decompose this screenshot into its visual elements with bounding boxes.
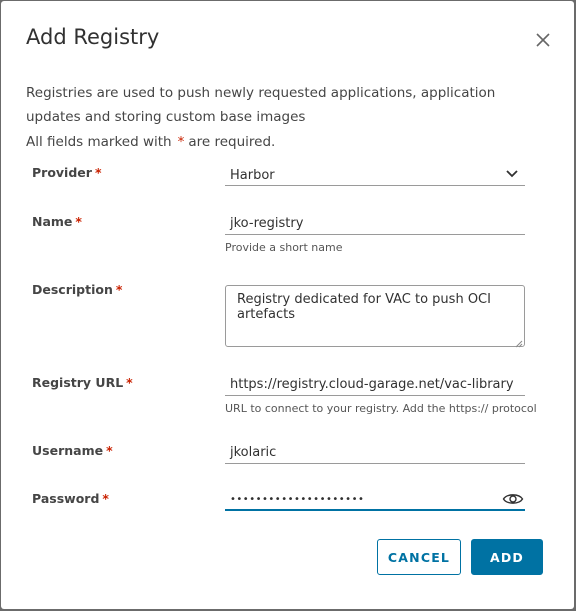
dialog-title: Add Registry	[26, 25, 160, 49]
password-label-text: Password	[32, 491, 100, 506]
registry-url-input[interactable]: https://registry.cloud-garage.net/vac-li…	[225, 374, 525, 396]
provider-select[interactable]: Harbor	[225, 164, 525, 186]
registry-url-value: https://registry.cloud-garage.net/vac-li…	[230, 377, 514, 392]
username-input[interactable]: jkolaric	[225, 442, 525, 464]
required-star: *	[177, 134, 185, 150]
required-star: *	[106, 443, 113, 458]
name-label: Name *	[32, 214, 82, 229]
resize-grip-icon[interactable]	[515, 337, 523, 348]
registry-url-helper: URL to connect to your registry. Add the…	[225, 402, 537, 415]
required-star: *	[94, 165, 102, 180]
required-note-prefix: All fields marked with	[26, 134, 172, 150]
description-value: Registry dedicated for VAC to push OCI a…	[237, 292, 491, 322]
required-star: *	[126, 375, 133, 390]
name-helper: Provide a short name	[225, 241, 343, 254]
name-label-text: Name	[32, 214, 73, 229]
required-star: *	[115, 282, 123, 297]
password-input[interactable]: •••••••••••••••••••••	[225, 489, 525, 511]
description-label-text: Description	[32, 282, 113, 297]
description-label: Description *	[32, 282, 122, 297]
provider-value: Harbor	[230, 168, 275, 183]
name-value: jko-registry	[230, 216, 304, 231]
provider-label-text: Provider	[32, 165, 92, 180]
required-note-suffix: are required.	[188, 134, 276, 150]
cancel-button[interactable]: CANCEL	[377, 539, 461, 575]
dialog-description: Registries are used to push newly reques…	[26, 85, 496, 125]
chevron-down-icon	[505, 168, 519, 178]
required-star: *	[75, 214, 82, 229]
registry-url-label-text: Registry URL	[32, 375, 124, 390]
password-value: •••••••••••••••••••••	[230, 494, 365, 505]
username-label-text: Username	[32, 443, 104, 458]
name-input[interactable]: jko-registry	[225, 213, 525, 235]
required-fields-note: All fields marked with * are required.	[26, 134, 275, 150]
username-label: Username *	[32, 443, 113, 458]
password-label: Password *	[32, 491, 109, 506]
close-icon[interactable]	[534, 31, 552, 49]
eye-icon[interactable]	[502, 491, 524, 507]
required-star: *	[102, 491, 109, 506]
add-registry-dialog: Add Registry Registries are used to push…	[1, 1, 574, 609]
description-textarea[interactable]: Registry dedicated for VAC to push OCI a…	[225, 285, 525, 348]
registry-url-label: Registry URL *	[32, 375, 133, 390]
add-button[interactable]: ADD	[471, 539, 543, 575]
username-value: jkolaric	[230, 445, 277, 460]
provider-label: Provider *	[32, 165, 101, 180]
